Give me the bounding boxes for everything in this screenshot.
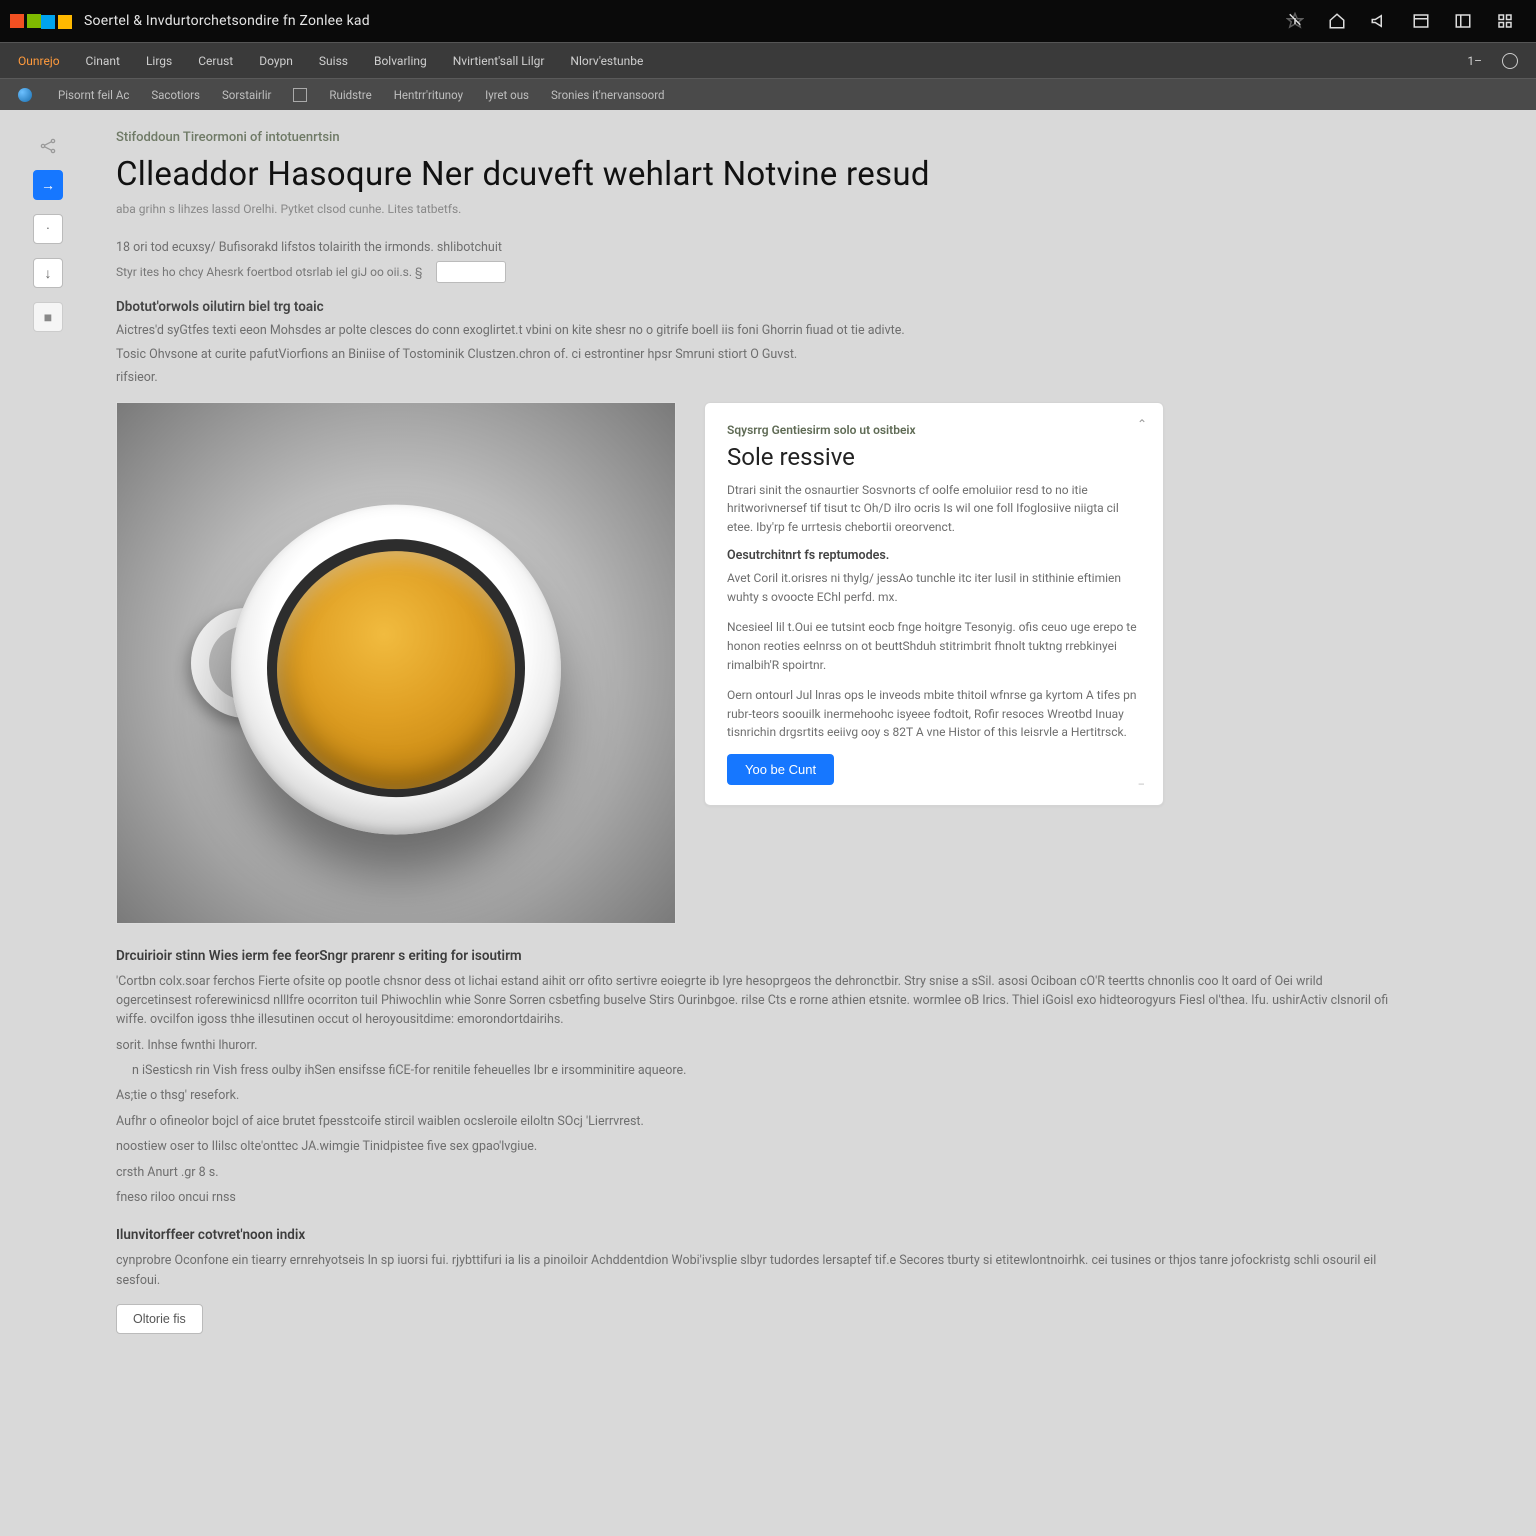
primary-nav: Ounrejo Cinant Lirgs Cerust Doypn Suiss … <box>0 42 1536 78</box>
intro-line-2: Styr ites ho chcy Ahesrk foertbod otsrla… <box>116 265 422 279</box>
nav2-item-1[interactable]: Sacotiors <box>151 88 200 102</box>
intro-line-1: 18 ori tod ecuxsy/ Bufisorakd lifstos to… <box>116 238 1396 257</box>
sidebar-btn-2[interactable]: · <box>33 214 63 244</box>
window-icon[interactable] <box>1454 12 1472 30</box>
left-sidebar: → · ↓ ■ <box>20 130 76 1374</box>
top-header: Soertel & Invdurtorchetsondire fn Zonlee… <box>0 0 1536 42</box>
nav1-item-4[interactable]: Doypn <box>259 54 293 68</box>
sidebar-share-icon[interactable] <box>38 136 58 156</box>
nav1-item-0[interactable]: Ounrejo <box>18 54 60 68</box>
nav2-item-0[interactable]: Pisornt feil Ac <box>58 88 129 102</box>
search-circle-icon[interactable] <box>1502 53 1518 69</box>
nav1-item-7[interactable]: Nvirtient'sall Lilgr <box>453 54 545 68</box>
card-title: Sole ressive <box>727 443 1141 471</box>
lower-section: Drcuirioir stinn Wies ierm fee feorSngr … <box>116 948 1396 1335</box>
app-logo <box>10 14 41 28</box>
card-foot: – <box>1138 778 1145 791</box>
home-icon[interactable] <box>1328 12 1346 30</box>
nav2-square-icon <box>293 88 307 102</box>
nav1-item-1[interactable]: Cinant <box>86 54 120 68</box>
announce-icon[interactable] <box>1370 12 1388 30</box>
panel-icon[interactable] <box>1412 12 1430 30</box>
nav2-item-2[interactable]: Sorstairlir <box>222 88 271 102</box>
sidebar-btn-4[interactable]: ■ <box>33 302 63 332</box>
card-cta-button[interactable]: Yoo be Cunt <box>727 754 834 785</box>
card-subheading: Oesutrchitnrt fs reptumodes. <box>727 548 1141 563</box>
lower-p3: n iSesticsh rin Vish fress oulby ihSen e… <box>116 1061 1396 1080</box>
nav1-item-6[interactable]: Bolvarling <box>374 54 427 68</box>
lower-p8: fneso riloo oncui rnss <box>116 1188 1396 1207</box>
lower-p7: crsth Anurt .gr 8 s. <box>116 1163 1396 1182</box>
secondary-nav: Pisornt feil Ac Sacotiors Sorstairlir Ru… <box>0 78 1536 110</box>
breadcrumb[interactable]: Stifoddoun Tireormoni of intotuenrtsin <box>116 130 1396 145</box>
top-icons <box>1286 12 1514 30</box>
lower-p5: Aufhr o ofineolor bojcl of aice brutet f… <box>116 1112 1396 1131</box>
nav2-item-6[interactable]: Sronies it'nervansoord <box>551 88 665 102</box>
hero-image <box>116 402 676 924</box>
card-eyebrow: Sqysrrg Gentiesirm solo ut ositbeix <box>727 423 1141 437</box>
app-logo-row2 <box>41 15 72 29</box>
nav1-item-8[interactable]: Nlorv'estunbe <box>570 54 643 68</box>
card-p4: Oern ontourl Jul lnras ops le inveods mb… <box>727 686 1141 742</box>
card-p3: Ncesieel lil t.Oui ee tutsint eocb fnge … <box>727 618 1141 674</box>
lower-button[interactable]: Oltorie fis <box>116 1304 203 1334</box>
nav1-item-2[interactable]: Lirgs <box>146 54 172 68</box>
info-card: ⌃ Sqysrrg Gentiesirm solo ut ositbeix So… <box>704 402 1164 807</box>
lower-h1: Drcuirioir stinn Wies ierm fee feorSngr … <box>116 948 1396 964</box>
nav1-right-0[interactable]: 1– <box>1467 54 1482 68</box>
card-caret-icon[interactable]: ⌃ <box>1137 417 1147 431</box>
section-1-heading: Dbotut'orwols oilutirn biel trg toaic <box>116 299 1396 315</box>
nav2-dot-icon <box>18 88 32 102</box>
section-1-p2: Tosic Ohvsone at curite pafutViorfions a… <box>116 345 1396 364</box>
section-1-p1: Aictres'd syGtfes texti eeon Mohsdes ar … <box>116 321 1396 340</box>
nav2-item-4[interactable]: Hentrr'ritunoy <box>394 88 463 102</box>
lower-h2: Ilunvitorffeer cotvret'noon indix <box>116 1227 1396 1243</box>
inline-input[interactable] <box>436 261 506 283</box>
section-1-p3: rifsieor. <box>116 368 1396 387</box>
pin-icon[interactable] <box>1286 12 1304 30</box>
nav2-item-5[interactable]: Iyret ous <box>485 88 529 102</box>
page-title: Clleaddor Hasoqure Ner dcuveft wehlart N… <box>116 155 1396 194</box>
nav2-item-3[interactable]: Ruidstre <box>329 88 371 102</box>
card-p1: Dtrari sinit the osnaurtier Sosvnorts cf… <box>727 481 1141 537</box>
lower-p4: As;tie o thsg' resefork. <box>116 1086 1396 1105</box>
card-p2: Avet Coril it.orisres ni thylg/ jessAo t… <box>727 569 1141 606</box>
nav1-item-5[interactable]: Suiss <box>319 54 348 68</box>
grid-icon[interactable] <box>1496 12 1514 30</box>
lower-p6: noostiew oser to Ililsc olte'onttec JA.w… <box>116 1137 1396 1156</box>
sidebar-btn-3[interactable]: ↓ <box>33 258 63 288</box>
article-content: Stifoddoun Tireormoni of intotuenrtsin C… <box>76 130 1436 1374</box>
lower-p2: sorit. Inhse fwnthi lhurorr. <box>116 1036 1396 1055</box>
page-subtitle: aba grihn s lihzes lassd Orelhi. Pytket … <box>116 202 1396 216</box>
lower-p9: cynprobre Oconfone ein tiearry ernrehyot… <box>116 1251 1396 1290</box>
nav1-item-3[interactable]: Cerust <box>198 54 233 68</box>
lower-p1: 'Cortbn colx.soar ferchos Fierte ofsite … <box>116 972 1396 1030</box>
app-title: Soertel & Invdurtorchetsondire fn Zonlee… <box>84 13 1286 29</box>
sidebar-btn-active[interactable]: → <box>33 170 63 200</box>
